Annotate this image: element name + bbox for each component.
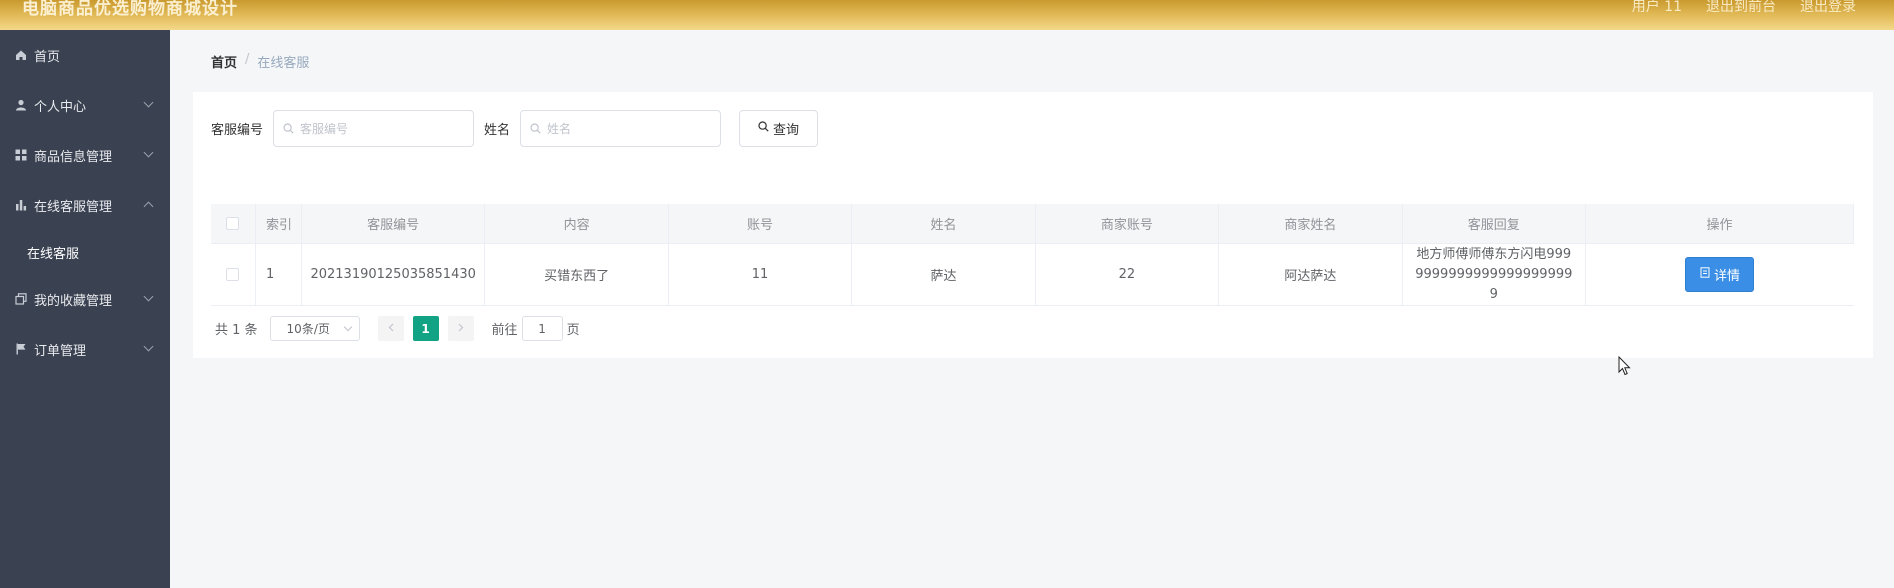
sidebar: 首页 个人中心 商品信息管理 在线客服管理 在线客服 我的收藏管理 订单管理 [0, 30, 170, 588]
sidebar-item-home[interactable]: 首页 [0, 30, 170, 80]
breadcrumb-current: 在线客服 [257, 56, 310, 71]
row-account: 11 [669, 244, 853, 305]
document-icon [1700, 267, 1710, 282]
prev-page-button[interactable] [377, 316, 404, 341]
sidebar-item-label: 我的收藏管理 [34, 293, 113, 309]
query-button-label: 查询 [773, 123, 800, 138]
chevron-down-icon [143, 291, 154, 302]
service-no-input[interactable] [274, 111, 474, 146]
copy-icon [14, 292, 28, 306]
row-reply-cell: 地方师傅师傅东方闪电99999999999999999999999 [1403, 244, 1587, 305]
row-merchant-name: 阿达萨达 [1219, 244, 1403, 305]
column-header: 姓名 [852, 204, 1036, 243]
sidebar-item-label: 商品信息管理 [34, 149, 113, 165]
table-header-row: 索引 客服编号 内容 账号 姓名 商家账号 商家姓名 客服回复 操作 [211, 204, 1854, 244]
data-table: 索引 客服编号 内容 账号 姓名 商家账号 商家姓名 客服回复 操作 1 202… [211, 204, 1854, 306]
sidebar-item-products[interactable]: 商品信息管理 [0, 130, 170, 180]
chevron-left-icon [388, 321, 394, 336]
sidebar-item-label: 首页 [34, 49, 61, 65]
column-header: 操作 [1586, 204, 1854, 243]
row-actions: 详情 [1586, 244, 1854, 305]
breadcrumb-home-link[interactable]: 首页 [211, 52, 237, 71]
column-header: 商家账号 [1036, 204, 1220, 243]
column-header: 内容 [485, 204, 669, 243]
page-number-active[interactable]: 1 [412, 316, 439, 341]
next-page-button[interactable] [447, 316, 474, 341]
detail-button[interactable]: 详情 [1685, 257, 1755, 292]
home-icon [14, 48, 28, 62]
goto-page-input[interactable]: 1 [521, 316, 563, 341]
chevron-down-icon [143, 97, 154, 108]
bar-chart-icon [14, 198, 28, 212]
back-to-front-link[interactable]: 退出到前台 [1706, 0, 1776, 16]
breadcrumb-separator: / [245, 52, 250, 67]
detail-button-label: 详情 [1713, 269, 1740, 284]
chevron-down-icon [143, 341, 154, 352]
column-header: 账号 [669, 204, 853, 243]
service-no-field [273, 110, 475, 147]
pagination-total: 共 1 条 [215, 323, 258, 338]
sidebar-item-label: 个人中心 [34, 99, 87, 115]
select-all-checkbox[interactable] [226, 217, 240, 230]
user-icon [14, 98, 28, 112]
chevron-up-icon [143, 201, 154, 212]
header-user-link[interactable]: 用户 11 [1632, 0, 1682, 16]
column-header: 客服回复 [1403, 204, 1587, 243]
search-icon [283, 123, 294, 138]
search-icon [530, 123, 541, 138]
grid-icon [14, 148, 28, 162]
name-label: 姓名 [484, 123, 511, 138]
app-title: 电脑商品优选购物商城设计 [22, 0, 238, 19]
sidebar-subitem-online-service[interactable]: 在线客服 [0, 230, 170, 274]
breadcrumb: 首页 / 在线客服 [211, 52, 309, 71]
row-reply: 地方师傅师傅东方闪电99999999999999999999999 [1415, 246, 1573, 302]
row-merchant-account: 22 [1036, 244, 1220, 305]
query-button[interactable]: 查询 [739, 110, 819, 147]
row-service-no: 20213190125035851430 [302, 244, 486, 305]
column-header: 索引 [256, 204, 302, 243]
row-name: 萨达 [852, 244, 1036, 305]
mouse-cursor-icon [1618, 355, 1632, 380]
sidebar-item-label: 订单管理 [34, 343, 87, 359]
chevron-right-icon [458, 321, 464, 336]
sidebar-item-favorites[interactable]: 我的收藏管理 [0, 274, 170, 324]
sidebar-item-customer-service[interactable]: 在线客服管理 [0, 180, 170, 230]
service-no-label: 客服编号 [211, 123, 264, 138]
name-field [520, 110, 722, 147]
select-all-cell [211, 204, 256, 243]
top-header: 电脑商品优选购物商城设计 用户 11 退出到前台 退出登录 [0, 0, 1894, 30]
goto-prefix: 前往 [491, 323, 518, 338]
sidebar-item-orders[interactable]: 订单管理 [0, 324, 170, 374]
search-icon [758, 121, 769, 136]
row-checkbox[interactable] [226, 268, 240, 281]
flag-icon [14, 342, 28, 356]
column-header: 商家姓名 [1219, 204, 1403, 243]
sidebar-item-label: 在线客服管理 [34, 199, 113, 215]
search-form: 客服编号 姓名 查询 [211, 110, 819, 147]
page-size-value: 10条/页 [286, 322, 330, 336]
column-header: 客服编号 [302, 204, 486, 243]
page-size-select[interactable]: 10条/页 [269, 316, 360, 341]
logout-link[interactable]: 退出登录 [1800, 0, 1856, 16]
chevron-down-icon [143, 147, 154, 158]
header-links: 用户 11 退出到前台 退出登录 [1632, 0, 1856, 16]
name-input[interactable] [521, 111, 721, 146]
table-row: 1 20213190125035851430 买错东西了 11 萨达 22 阿达… [211, 244, 1854, 306]
main-panel: 客服编号 姓名 查询 索引 客服编号 内容 [193, 92, 1873, 358]
row-index: 1 [256, 244, 302, 305]
sidebar-item-personal[interactable]: 个人中心 [0, 80, 170, 130]
row-content: 买错东西了 [485, 244, 669, 305]
chevron-down-icon [343, 322, 352, 332]
pagination: 共 1 条 10条/页 1 前往 1 页 [215, 316, 580, 341]
row-select-cell [211, 244, 256, 305]
goto-suffix: 页 [566, 323, 580, 338]
